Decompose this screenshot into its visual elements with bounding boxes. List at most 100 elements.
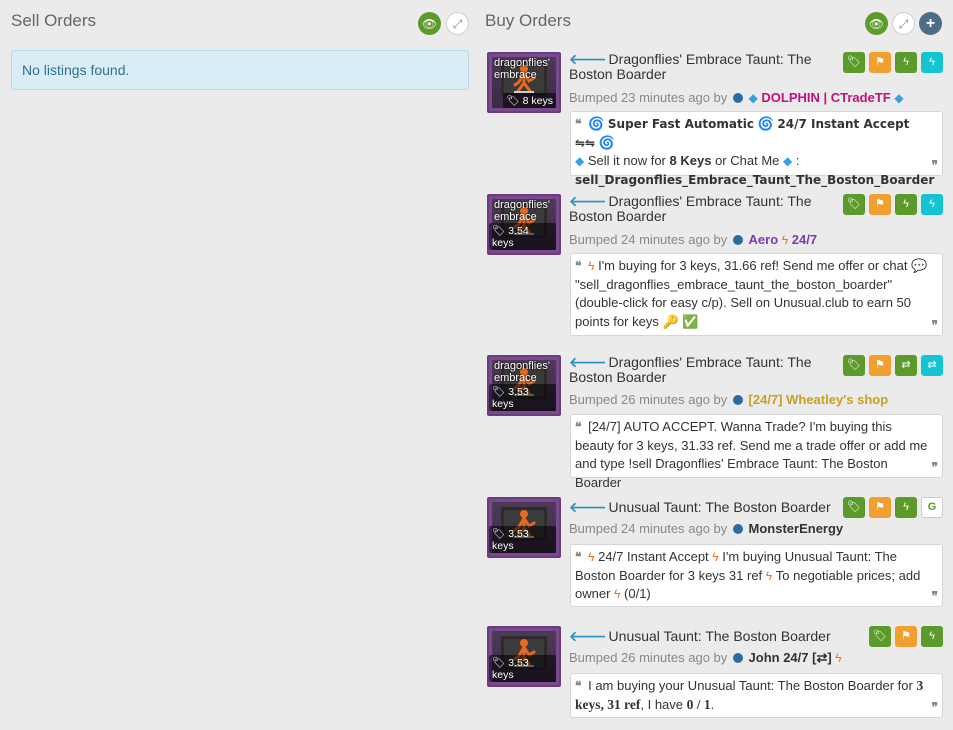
arrow-left-icon: 🡐: [569, 354, 607, 370]
quote-open-icon: ❝: [575, 117, 582, 131]
item-image[interactable]: dragonflies' embrace 🏷 3.53 keys: [487, 355, 561, 416]
status-dot-icon: [732, 235, 743, 245]
plus-icon: +: [925, 14, 936, 32]
listing-badges: 🏷 ⚑ ⇄ ⇄: [843, 355, 943, 376]
listing-comment: ❝ I am buying your Unusual Taunt: The Bo…: [570, 673, 943, 718]
listing-title[interactable]: 🡐 Dragonflies' Embrace Taunt: The Boston …: [569, 194, 834, 224]
user-link[interactable]: John 24/7 [⇄]: [749, 650, 832, 665]
bolt-icon: ϟ: [781, 233, 789, 247]
expand-icon: ⤢: [452, 16, 463, 31]
listing-comment: ❝ ϟ I'm buying for 3 keys, 31.66 ref! Se…: [570, 253, 943, 336]
item-name-overlay: dragonflies' embrace: [494, 199, 550, 223]
bolt-icon[interactable]: ϟ: [921, 194, 943, 215]
listing-item: 🏷 3.53 keys 🡐 Unusual Taunt: The Boston B…: [487, 497, 947, 609]
buy-toggle-visibility-button[interactable]: 👁: [865, 12, 888, 35]
status-dot-icon: [732, 653, 743, 663]
flag-icon[interactable]: ⚑: [869, 52, 891, 73]
arrow-left-icon: 🡐: [569, 628, 607, 644]
bolt-icon: ϟ: [712, 550, 719, 564]
sell-toggle-visibility-button[interactable]: 👁: [418, 12, 441, 35]
item-price: 🏷 3.53 keys: [489, 655, 556, 682]
user-link[interactable]: Aero: [749, 232, 779, 247]
bolt-icon[interactable]: ϟ: [921, 52, 943, 73]
bumped-info: Bumped 26 minutes ago by John 24/7 [⇄] ϟ: [569, 650, 842, 665]
diamond-icon: ◆: [894, 91, 904, 105]
listing-comment: ❝ [24/7] AUTO ACCEPT. Wanna Trade? I'm b…: [570, 414, 943, 490]
user-link[interactable]: DOLPHIN | CTradeTF: [761, 90, 890, 105]
item-price: 🏷 3.53 keys: [489, 384, 556, 411]
swirl-icon: 🌀: [598, 134, 615, 150]
quote-close-icon: ❞: [931, 317, 938, 332]
tag-icon[interactable]: 🏷: [843, 355, 865, 376]
swap-icon[interactable]: ⇄: [895, 355, 917, 376]
tag-icon[interactable]: 🏷: [843, 52, 865, 73]
sell-orders-title: Sell Orders: [11, 11, 97, 30]
listing-badges: 🏷 ⚑ ϟ ϟ: [843, 194, 943, 215]
swirl-icon: 🌀: [588, 116, 605, 131]
listing-item: dragonflies' embrace 🏷 3.53 keys 🡐 Dragon…: [487, 355, 947, 490]
bumped-info: Bumped 24 minutes ago by MonsterEnergy: [569, 521, 844, 536]
listing-comment: ❝ 🌀 Super Fast Automatic 🌀 24/7 Instant …: [570, 111, 943, 187]
status-dot-icon: [732, 395, 743, 405]
item-image[interactable]: 🏷 3.53 keys: [487, 626, 561, 687]
listing-item: dragonflies' embrace 🏷 8 keys 🡐 Dragonfli…: [487, 52, 947, 187]
quote-close-icon: ❞: [931, 588, 938, 603]
add-listing-button[interactable]: +: [919, 12, 942, 35]
listing-badges: 🏷 ⚑ ϟ ϟ: [843, 52, 943, 73]
check-icon: ✅: [682, 313, 699, 329]
no-listings-alert: No listings found.: [11, 50, 469, 90]
bolt-icon: ϟ: [588, 550, 595, 564]
arrow-left-icon: 🡐: [569, 193, 607, 209]
flag-icon[interactable]: ⚑: [869, 355, 891, 376]
arrow-left-icon: 🡐: [569, 51, 607, 67]
bumped-info: Bumped 23 minutes ago by ◆ DOLPHIN | CTr…: [569, 90, 904, 105]
status-dot-icon: [732, 524, 743, 534]
bolt-icon: ϟ: [765, 568, 773, 583]
listing-title[interactable]: 🡐 Unusual Taunt: The Boston Boarder: [569, 500, 834, 515]
g-icon[interactable]: G: [921, 497, 943, 518]
flag-icon[interactable]: ⚑: [869, 497, 891, 518]
quote-close-icon: ❞: [931, 157, 938, 172]
diamond-icon: ◆: [748, 91, 758, 105]
listing-title[interactable]: 🡐 Dragonflies' Embrace Taunt: The Boston …: [569, 52, 834, 82]
listing-badges: 🏷 ⚑ ϟ: [869, 626, 943, 647]
user-link[interactable]: [24/7] Wheatley's shop: [749, 392, 889, 407]
buy-expand-button[interactable]: ⤢: [892, 12, 915, 35]
tag-icon[interactable]: 🏷: [843, 497, 865, 518]
swirl-icon: 🌀: [757, 116, 774, 131]
item-image[interactable]: dragonflies' embrace 🏷 3.54 keys: [487, 194, 561, 255]
item-image[interactable]: dragonflies' embrace 🏷 8 keys: [487, 52, 561, 113]
listing-item: 🏷 3.53 keys 🡐 Unusual Taunt: The Boston B…: [487, 626, 947, 722]
item-image[interactable]: 🏷 3.53 keys: [487, 497, 561, 558]
quote-open-icon: ❝: [575, 259, 582, 273]
flag-icon[interactable]: ⚑: [895, 626, 917, 647]
flag-icon[interactable]: ⚑: [869, 194, 891, 215]
sell-expand-button[interactable]: ⤢: [446, 12, 469, 35]
speech-bubble-icon: 💬: [911, 258, 928, 273]
diamond-icon: ◆: [783, 154, 793, 168]
expand-icon: ⤢: [898, 16, 909, 31]
bolt-icon: ϟ: [588, 259, 595, 273]
quote-close-icon: ❞: [931, 699, 938, 714]
listing-comment: ❝ ϟ 24/7 Instant Accept ϟ I'm buying Unu…: [570, 544, 943, 607]
buy-orders-title: Buy Orders: [485, 11, 571, 30]
bolt-icon[interactable]: ϟ: [921, 626, 943, 647]
diamond-icon: ◆: [575, 154, 585, 168]
eye-icon: 👁: [421, 16, 438, 31]
tag-icon[interactable]: 🏷: [869, 626, 891, 647]
item-price: 🏷 3.54 keys: [489, 223, 556, 250]
bumped-info: Bumped 24 minutes ago by Aero ϟ 24/7: [569, 232, 818, 247]
item-name-overlay: dragonflies' embrace: [494, 360, 550, 384]
bolt-icon: ϟ: [614, 587, 621, 601]
quote-close-icon: ❞: [931, 459, 938, 474]
listing-title[interactable]: 🡐 Unusual Taunt: The Boston Boarder: [569, 629, 834, 644]
swap-icon[interactable]: ⇄: [921, 355, 943, 376]
bolt-icon[interactable]: ϟ: [895, 194, 917, 215]
bolt-icon: ϟ: [835, 651, 842, 665]
listing-title[interactable]: 🡐 Dragonflies' Embrace Taunt: The Boston …: [569, 355, 834, 385]
bolt-icon[interactable]: ϟ: [895, 497, 917, 518]
bolt-icon[interactable]: ϟ: [895, 52, 917, 73]
user-link[interactable]: MonsterEnergy: [749, 521, 844, 536]
tag-icon[interactable]: 🏷: [843, 194, 865, 215]
eye-icon: 👁: [868, 16, 885, 31]
